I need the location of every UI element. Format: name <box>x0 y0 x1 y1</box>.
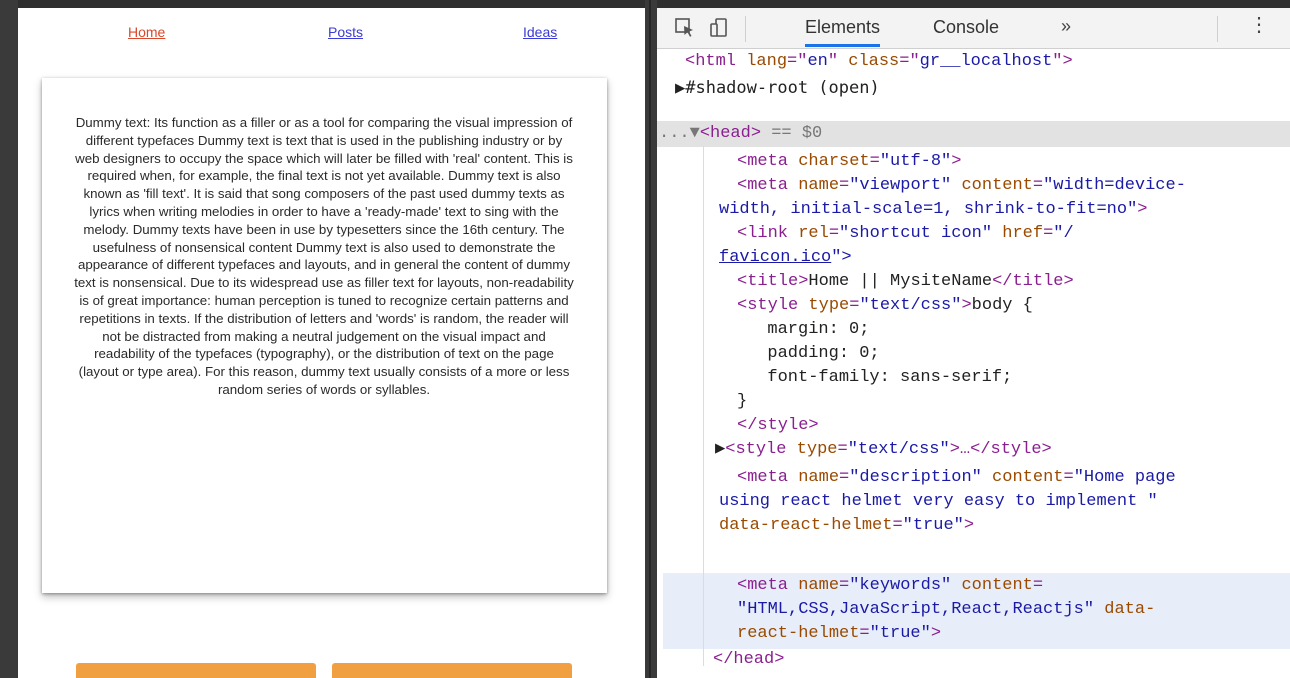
card-body-text: Dummy text: Its function as a filler or … <box>74 115 574 397</box>
dom-node-style-1-close: </style> <box>737 416 819 435</box>
content-card: Dummy text: Its function as a filler or … <box>42 78 607 593</box>
more-tabs-icon[interactable]: » <box>1061 16 1071 37</box>
orange-button-right[interactable] <box>332 663 572 678</box>
tab-console[interactable]: Console <box>933 17 999 38</box>
orange-button-left[interactable] <box>76 663 316 678</box>
css-line-font-family: font-family: sans-serif; <box>747 368 1013 387</box>
tab-elements[interactable]: Elements <box>805 17 881 47</box>
css-line-padding: padding: 0; <box>747 344 880 363</box>
dom-node-link-icon-cont: favicon.ico"> <box>719 248 852 267</box>
dom-node-style-1[interactable]: <style type="text/css">body { <box>737 294 1033 318</box>
devtools-panel: Elements Console » ⋮ <html lang="en" cla… <box>657 8 1290 678</box>
dom-node-style-2[interactable]: ▶<style type="text/css">…</style> <box>715 438 1052 462</box>
device-toolbar-icon[interactable] <box>709 18 729 38</box>
dom-node-meta-description[interactable]: <meta name="description" content="Home p… <box>737 466 1176 490</box>
dom-node-title[interactable]: <title>Home || MysiteName</title> <box>737 270 1074 294</box>
dom-node-meta-keywords-cont: "HTML,CSS,JavaScript,React,Reactjs" data… <box>737 600 1156 619</box>
dom-node-meta-description-cont2: data-react-helmet="true"> <box>719 516 975 535</box>
dom-node-meta-viewport-cont: width, initial-scale=1, shrink-to-fit=no… <box>719 200 1148 219</box>
favicon-link[interactable]: favicon.ico <box>719 248 831 267</box>
dom-node-meta-viewport[interactable]: <meta name="viewport" content="width=dev… <box>737 174 1186 198</box>
css-line-close-brace: } <box>737 392 748 411</box>
nav-link-ideas[interactable]: Ideas <box>523 24 557 40</box>
dom-node-link-icon[interactable]: <link rel="shortcut icon" href="/ <box>737 222 1074 246</box>
tree-indent-guide <box>703 146 704 666</box>
devtools-menu-icon[interactable]: ⋮ <box>1249 15 1269 35</box>
dom-node-html[interactable]: <html lang="en" class="gr__localhost"> <box>685 50 1073 74</box>
devtools-toolbar: Elements Console » ⋮ <box>657 8 1290 49</box>
top-nav: Home Posts Ideas <box>18 18 645 48</box>
dom-node-head[interactable]: ...▼<head> == $0 <box>659 122 822 146</box>
window-left-frame <box>0 0 18 678</box>
css-line-margin: margin: 0; <box>747 320 870 339</box>
dom-node-shadow-root[interactable]: ▶#shadow-root (open) <box>675 76 880 100</box>
dom-node-meta-charset[interactable]: <meta charset="utf-8"> <box>737 150 961 174</box>
dom-node-meta-keywords[interactable]: <meta name="keywords" content= <box>737 574 1043 598</box>
page-viewport: Home Posts Ideas Dummy text: Its functio… <box>18 8 645 678</box>
split-divider[interactable] <box>645 0 657 678</box>
elements-tree: <html lang="en" class="gr__localhost"> ▶… <box>657 48 1290 678</box>
nav-link-posts[interactable]: Posts <box>328 24 363 40</box>
nav-link-home[interactable]: Home <box>128 24 165 40</box>
toolbar-separator <box>1217 16 1218 42</box>
dom-node-head-close[interactable]: </head> <box>713 648 784 672</box>
inspect-element-icon[interactable] <box>675 18 695 38</box>
dom-node-meta-description-cont: using react helmet very easy to implemen… <box>719 492 1158 511</box>
toolbar-separator <box>745 16 746 42</box>
dom-node-meta-keywords-cont2: react-helmet="true"> <box>737 624 942 643</box>
